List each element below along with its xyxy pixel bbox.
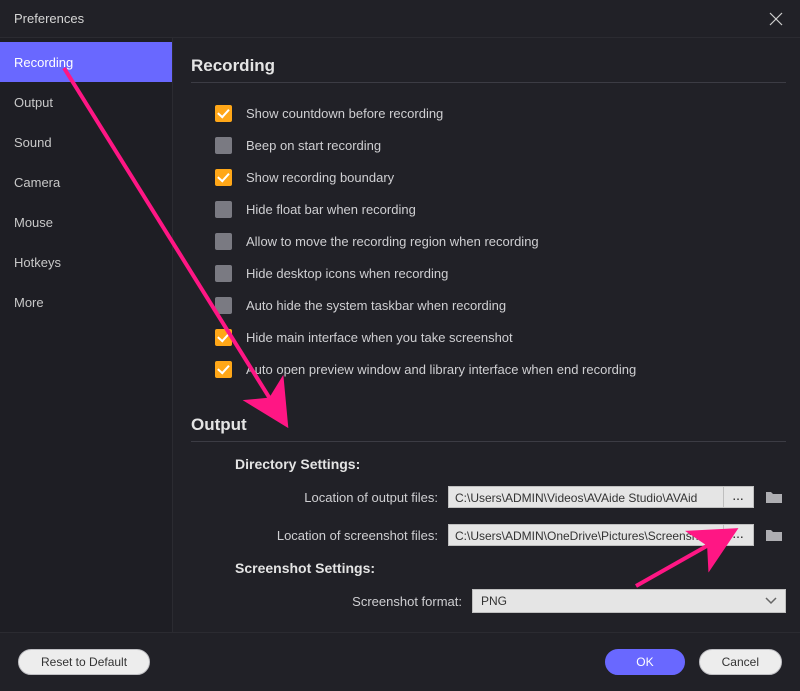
screenshot-location-browse-button[interactable]: ... [724, 524, 754, 546]
option-hide-float: Hide float bar when recording [215, 193, 786, 225]
sidebar-item-label: Recording [14, 55, 73, 70]
screenshot-settings-heading: Screenshot Settings: [235, 560, 786, 576]
option-label: Hide desktop icons when recording [246, 266, 448, 281]
option-label: Auto open preview window and library int… [246, 362, 636, 377]
sidebar: Recording Output Sound Camera Mouse Hotk… [0, 38, 173, 632]
reset-button[interactable]: Reset to Default [18, 649, 150, 675]
checkbox-hide-float[interactable] [215, 201, 232, 218]
option-hide-taskbar: Auto hide the system taskbar when record… [215, 289, 786, 321]
checkbox-boundary[interactable] [215, 169, 232, 186]
option-label: Show countdown before recording [246, 106, 443, 121]
output-heading: Output [191, 415, 786, 442]
cancel-button[interactable]: Cancel [699, 649, 782, 675]
sidebar-item-camera[interactable]: Camera [0, 162, 172, 202]
window-title: Preferences [14, 11, 84, 26]
output-location-field[interactable]: C:\Users\ADMIN\Videos\AVAide Studio\AVAi… [448, 486, 724, 508]
row-screenshot-format: Screenshot format: PNG [191, 586, 786, 616]
option-label: Auto hide the system taskbar when record… [246, 298, 506, 313]
sidebar-item-label: More [14, 295, 44, 310]
option-label: Hide float bar when recording [246, 202, 416, 217]
option-hide-main: Hide main interface when you take screen… [215, 321, 786, 353]
bottom-bar: Reset to Default OK Cancel [0, 632, 800, 690]
option-move-region: Allow to move the recording region when … [215, 225, 786, 257]
checkbox-hide-icons[interactable] [215, 265, 232, 282]
screenshot-format-select[interactable]: PNG [472, 589, 786, 613]
option-label: Show recording boundary [246, 170, 394, 185]
option-label: Allow to move the recording region when … [246, 234, 539, 249]
output-location-browse-button[interactable]: ... [724, 486, 754, 508]
recording-heading: Recording [191, 56, 786, 83]
checkbox-beep[interactable] [215, 137, 232, 154]
row-screenshot-location: Location of screenshot files: C:\Users\A… [191, 520, 786, 550]
sidebar-item-label: Mouse [14, 215, 53, 230]
sidebar-item-sound[interactable]: Sound [0, 122, 172, 162]
checkbox-hide-main[interactable] [215, 329, 232, 346]
option-boundary: Show recording boundary [215, 161, 786, 193]
row-output-location: Location of output files: C:\Users\ADMIN… [191, 482, 786, 512]
checkbox-auto-preview[interactable] [215, 361, 232, 378]
screenshot-location-label: Location of screenshot files: [191, 528, 448, 543]
option-label: Beep on start recording [246, 138, 381, 153]
content-pane: Recording Show countdown before recordin… [173, 38, 800, 632]
option-countdown: Show countdown before recording [215, 97, 786, 129]
option-label: Hide main interface when you take screen… [246, 330, 513, 345]
checkbox-move-region[interactable] [215, 233, 232, 250]
main-area: Recording Output Sound Camera Mouse Hotk… [0, 38, 800, 632]
sidebar-item-recording[interactable]: Recording [0, 42, 172, 82]
output-location-label: Location of output files: [191, 490, 448, 505]
checkbox-hide-taskbar[interactable] [215, 297, 232, 314]
sidebar-item-hotkeys[interactable]: Hotkeys [0, 242, 172, 282]
sidebar-item-label: Camera [14, 175, 60, 190]
screenshot-format-value: PNG [481, 589, 507, 613]
chevron-down-icon [765, 589, 777, 613]
sidebar-item-output[interactable]: Output [0, 82, 172, 122]
option-beep: Beep on start recording [215, 129, 786, 161]
directory-settings-heading: Directory Settings: [235, 456, 786, 472]
close-icon[interactable] [766, 9, 786, 29]
sidebar-item-label: Hotkeys [14, 255, 61, 270]
folder-icon[interactable] [762, 524, 786, 546]
sidebar-item-label: Sound [14, 135, 52, 150]
screenshot-location-field[interactable]: C:\Users\ADMIN\OneDrive\Pictures\Screens… [448, 524, 724, 546]
recording-options: Show countdown before recording Beep on … [191, 97, 786, 385]
sidebar-item-mouse[interactable]: Mouse [0, 202, 172, 242]
ok-button[interactable]: OK [605, 649, 684, 675]
titlebar: Preferences [0, 0, 800, 38]
sidebar-item-label: Output [14, 95, 53, 110]
checkbox-countdown[interactable] [215, 105, 232, 122]
folder-icon[interactable] [762, 486, 786, 508]
option-auto-preview: Auto open preview window and library int… [215, 353, 786, 385]
screenshot-format-label: Screenshot format: [191, 594, 472, 609]
option-hide-icons: Hide desktop icons when recording [215, 257, 786, 289]
sidebar-item-more[interactable]: More [0, 282, 172, 322]
